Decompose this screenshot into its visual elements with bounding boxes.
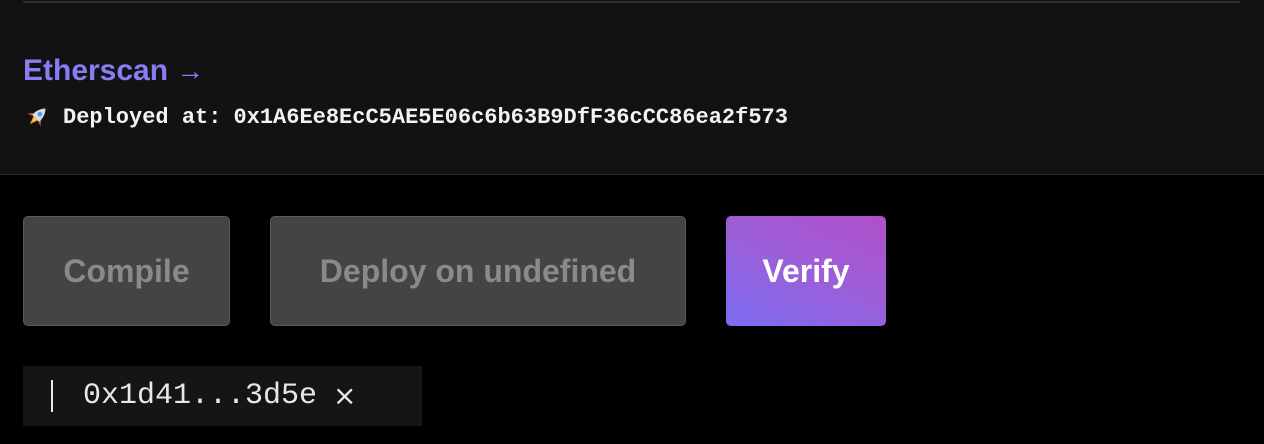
divider xyxy=(23,1,1240,3)
close-icon[interactable]: × xyxy=(333,382,356,410)
deploy-button[interactable]: Deploy on undefined xyxy=(270,216,686,326)
deployed-label: Deployed at: xyxy=(63,104,222,130)
deployed-address: 0x1A6Ee8EcC5AE5E06c6b63B9DfF36cCC86ea2f5… xyxy=(233,104,788,130)
wallet-address: 0x1d41...3d5e xyxy=(83,379,318,413)
arrow-right-icon: → xyxy=(176,55,205,86)
verify-button[interactable]: Verify xyxy=(726,216,886,326)
deployed-address-line: Deployed at: 0x1A6Ee8EcC5AE5E06c6b63B9Df… xyxy=(23,103,788,131)
etherscan-link-label: Etherscan xyxy=(23,54,169,87)
etherscan-link[interactable]: Etherscan → xyxy=(23,54,204,88)
rocket-icon xyxy=(27,108,46,127)
compile-button[interactable]: Compile xyxy=(23,216,230,326)
wallet-address-chip[interactable]: 0x1d41...3d5e × xyxy=(23,366,422,426)
contract-info-panel: Etherscan → Deployed at: 0x1A6Ee8EcC5AE5… xyxy=(0,0,1264,175)
divider-bar xyxy=(51,380,53,412)
page: Etherscan → Deployed at: 0x1A6Ee8EcC5AE5… xyxy=(0,0,1264,444)
